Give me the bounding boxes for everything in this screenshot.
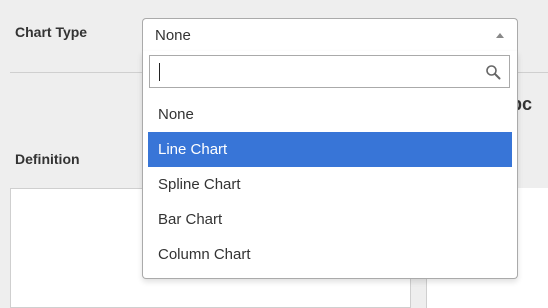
option-column-chart[interactable]: Column Chart [148,237,512,272]
chart-type-select[interactable]: None [142,18,518,52]
chart-type-dropdown: None Line Chart Spline Chart Bar Chart C… [142,51,518,279]
option-line-chart[interactable]: Line Chart [148,132,512,167]
option-bar-chart[interactable]: Bar Chart [148,202,512,237]
chart-type-label: Chart Type [15,24,88,40]
search-field[interactable] [149,55,510,88]
option-spline-chart[interactable]: Spline Chart [148,167,512,202]
triangle-up-icon [496,33,504,38]
text-caret [159,63,160,81]
select-current-value: None [155,27,191,44]
search-input[interactable] [150,56,480,87]
definition-label: Definition [15,151,80,167]
search-icon [486,65,501,80]
option-none[interactable]: None [148,97,512,132]
option-list: None Line Chart Spline Chart Bar Chart C… [148,97,512,272]
